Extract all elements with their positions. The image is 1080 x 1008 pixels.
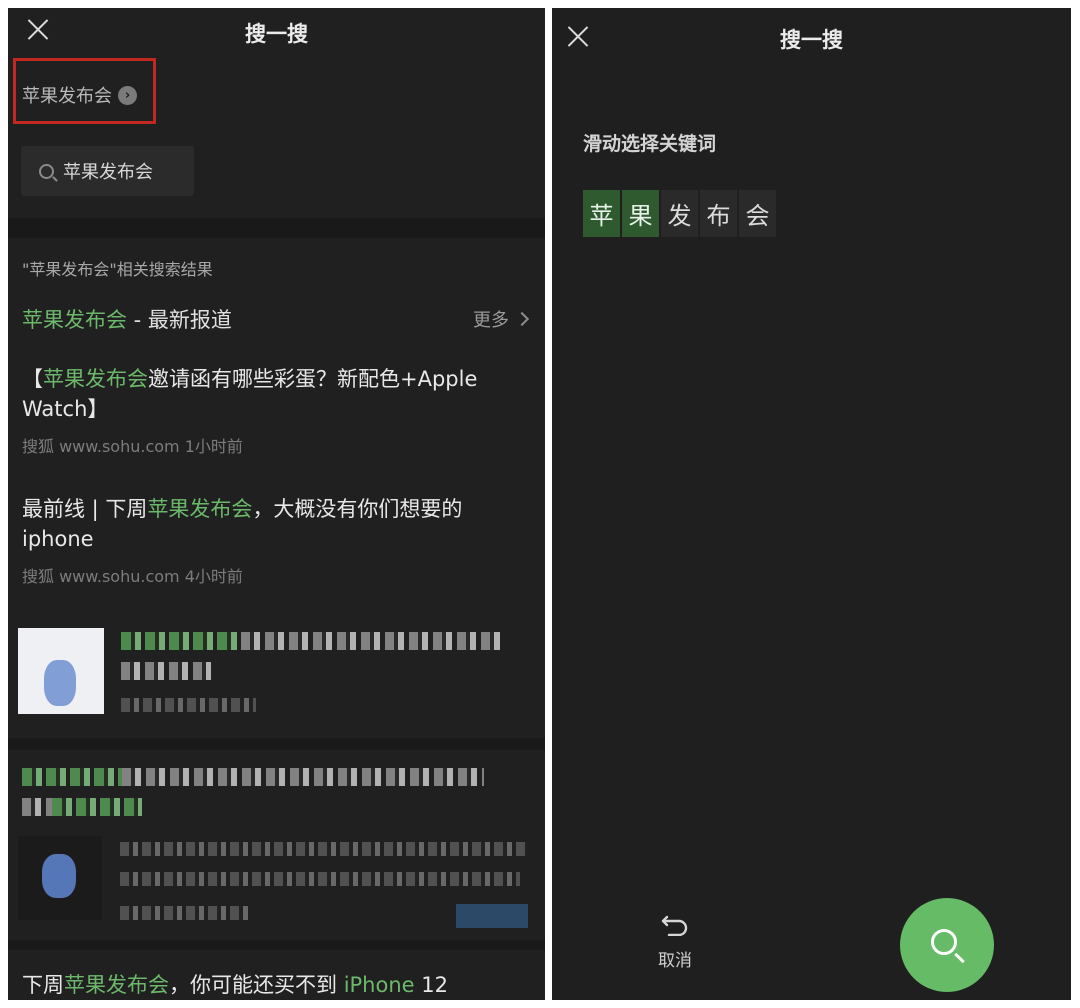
search-button[interactable] xyxy=(900,898,994,992)
breadcrumb[interactable]: 苹果发布会 › xyxy=(22,82,137,108)
section-divider xyxy=(8,218,545,238)
page-title: 搜一搜 xyxy=(245,22,308,46)
keyword-char[interactable]: 会 xyxy=(739,190,776,237)
cancel-button[interactable]: 取消 xyxy=(652,912,698,971)
keyword-char-row[interactable]: 苹 果 发 布 会 xyxy=(583,190,776,237)
news-article[interactable]: 最前线 | 下周苹果发布会，大概没有你们想要的 iphone 搜狐 www.so… xyxy=(22,494,517,587)
breadcrumb-label: 苹果发布会 xyxy=(22,86,112,107)
chevron-right-icon xyxy=(514,311,530,327)
search-query-chip[interactable]: 苹果发布会 xyxy=(21,146,194,196)
keyword-char[interactable]: 果 xyxy=(622,190,659,237)
blurred-result-card[interactable] xyxy=(8,620,545,738)
news-keyword: 苹果发布会 xyxy=(22,308,127,332)
page-title: 搜一搜 xyxy=(780,28,843,52)
blurred-result-card[interactable] xyxy=(8,750,545,940)
source-tag xyxy=(456,904,528,928)
news-article[interactable]: 【苹果发布会邀请函有哪些彩蛋？新配色+Apple Watch】 搜狐 www.s… xyxy=(22,364,517,457)
keyword-select-screen: 搜一搜 滑动选择关键词 苹 果 发 布 会 取消 xyxy=(552,8,1071,1000)
keyword-char[interactable]: 发 xyxy=(661,190,698,237)
chevron-right-icon: › xyxy=(118,85,137,105)
cancel-label: 取消 xyxy=(658,951,692,971)
section-divider xyxy=(8,940,545,950)
news-header-text: - 最新报道 xyxy=(127,308,232,332)
search-icon xyxy=(39,163,54,179)
result-thumbnail xyxy=(18,628,104,714)
more-link[interactable]: 更多 xyxy=(473,306,530,332)
news-article[interactable]: 下周苹果发布会，你可能还买不到 iPhone 12 xyxy=(22,970,517,1000)
result-thumbnail xyxy=(18,836,102,920)
keyword-select-label: 滑动选择关键词 xyxy=(583,133,717,155)
article-title: 最前线 | 下周苹果发布会，大概没有你们想要的 iphone xyxy=(22,497,463,551)
search-query-text: 苹果发布会 xyxy=(63,162,153,183)
more-label: 更多 xyxy=(473,310,509,331)
keyword-char[interactable]: 苹 xyxy=(583,190,620,237)
article-meta: 搜狐 www.sohu.com 4小时前 xyxy=(22,567,243,586)
article-title: 【苹果发布会邀请函有哪些彩蛋？新配色+Apple Watch】 xyxy=(22,367,478,421)
keyword-char[interactable]: 布 xyxy=(700,190,737,237)
article-title: 下周苹果发布会，你可能还买不到 iPhone 12 xyxy=(22,973,448,997)
related-results-label: "苹果发布会"相关搜索结果 xyxy=(22,260,213,279)
search-icon xyxy=(931,929,957,955)
search-results-screen: 搜一搜 苹果发布会 › 苹果发布会 "苹果发布会"相关搜索结果 苹果发布会 - … xyxy=(8,8,545,1000)
undo-icon xyxy=(661,915,688,937)
section-divider xyxy=(8,738,545,750)
article-meta: 搜狐 www.sohu.com 1小时前 xyxy=(22,437,243,456)
news-section-header: 苹果发布会 - 最新报道 xyxy=(22,304,232,334)
